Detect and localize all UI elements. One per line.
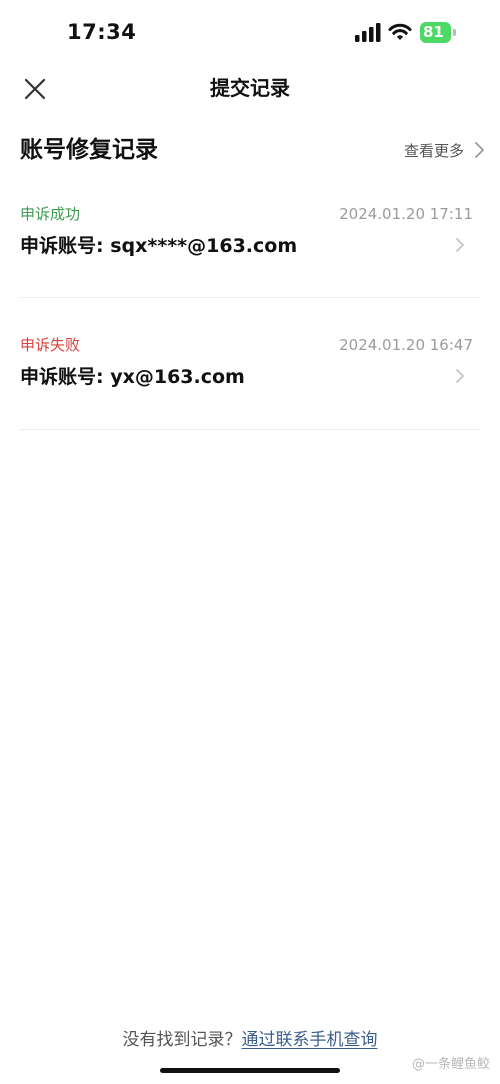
see-more-button[interactable]: 查看更多 [404, 137, 486, 163]
footer: 没有找到记录？通过联系手机查询 [0, 1026, 500, 1054]
record-status: 申诉失败 [20, 336, 81, 354]
battery-body: 81 [420, 22, 451, 43]
chevron-right-icon [456, 369, 464, 383]
see-more-label: 查看更多 [403, 141, 464, 160]
status-bar: 17:34 81 [0, 0, 500, 64]
footer-prompt: 没有找到记录？ [122, 1030, 242, 1050]
record-account: 申诉账号: yx@163.com [20, 366, 245, 388]
record-time: 2024.01.20 16:47 [339, 336, 473, 354]
page-title: 提交记录 [210, 76, 290, 100]
nav-bar: 提交记录 [0, 64, 500, 112]
battery-icon: 81 [420, 22, 456, 44]
divider [20, 429, 480, 430]
chevron-right-icon [475, 142, 484, 158]
section-title: 账号修复记录 [20, 137, 158, 163]
divider [20, 297, 480, 298]
record-status: 申诉成功 [20, 205, 81, 223]
wifi-icon [388, 23, 412, 40]
battery-tip [453, 29, 456, 36]
status-time: 17:34 [67, 20, 137, 44]
chevron-right-icon [456, 238, 464, 252]
record-account: 申诉账号: sqx****@163.com [20, 235, 298, 257]
cellular-signal-icon [355, 23, 381, 42]
section-header: 账号修复记录 查看更多 [0, 128, 500, 172]
watermark: @一条鲤鱼鲛 [411, 1057, 490, 1072]
home-indicator [160, 1068, 340, 1073]
contact-phone-link[interactable]: 通过联系手机查询 [242, 1030, 378, 1050]
record-item-2[interactable]: 申诉失败 2024.01.20 16:47 申诉账号: yx@163.com [20, 334, 480, 444]
record-time: 2024.01.20 17:11 [339, 205, 473, 223]
battery-level: 81 [423, 23, 444, 41]
